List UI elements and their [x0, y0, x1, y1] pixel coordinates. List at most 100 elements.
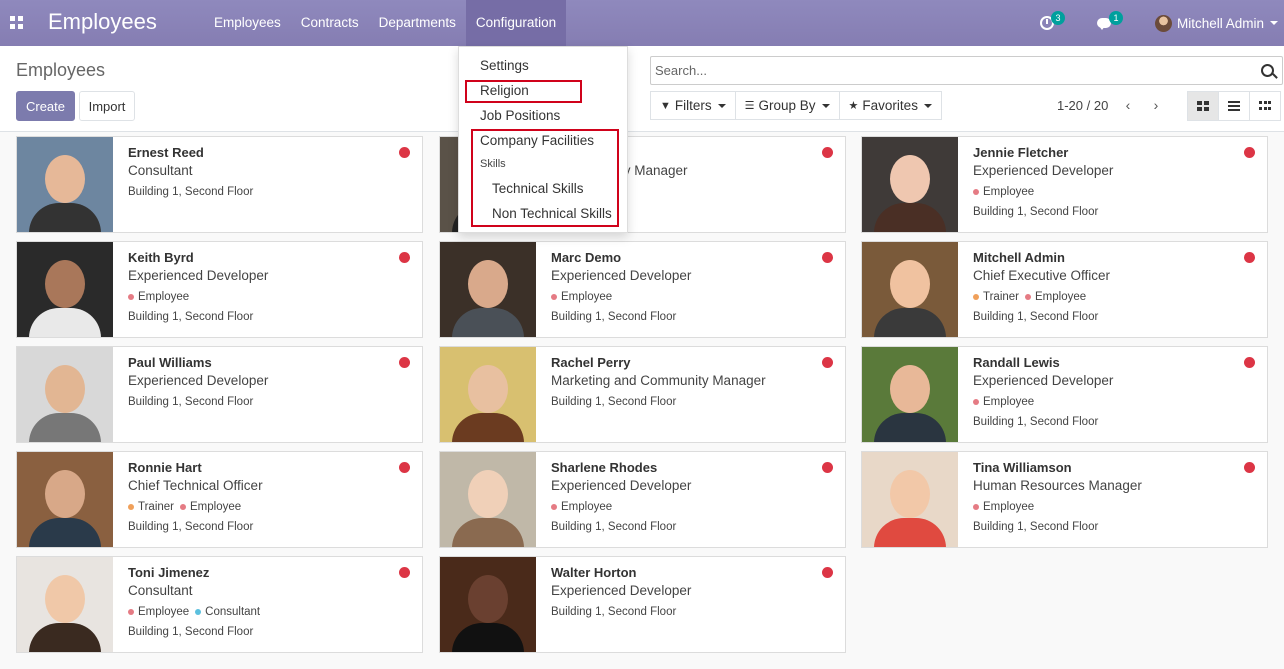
- user-name: Mitchell Admin: [1176, 15, 1264, 31]
- search-input[interactable]: [655, 57, 1245, 83]
- employee-card[interactable]: Sharlene Rhodes Experienced Developer Empl…: [439, 451, 846, 548]
- import-button[interactable]: Import: [79, 91, 135, 121]
- search-options: ▼ Filters ☰ Group By ★ Favorites: [650, 91, 942, 120]
- employee-name[interactable]: Rachel Perry: [551, 355, 815, 372]
- tag-color-dot: [973, 398, 979, 405]
- menu-contracts[interactable]: Contracts: [291, 0, 369, 46]
- employee-photo: [862, 347, 958, 442]
- employee-name[interactable]: Sharlene Rhodes: [551, 460, 815, 477]
- menu-employees[interactable]: Employees: [204, 0, 291, 46]
- tag-badge: Employee: [128, 291, 189, 303]
- activity-view-button[interactable]: [1249, 91, 1281, 121]
- menu-item-job-positions[interactable]: Job Positions: [480, 108, 560, 123]
- presence-status-icon: [822, 252, 833, 263]
- employee-card[interactable]: Ronnie Hart Chief Technical Officer Traine…: [16, 451, 423, 548]
- pager-previous-icon[interactable]: ‹: [1120, 97, 1136, 113]
- filters-button[interactable]: ▼ Filters: [650, 91, 736, 120]
- employee-card[interactable]: Jennie Fletcher Experienced Developer Empl…: [861, 136, 1268, 233]
- employee-job-title: Experienced Developer: [551, 268, 692, 283]
- employee-photo: [862, 242, 958, 337]
- activity-button[interactable]: 3: [1039, 11, 1065, 32]
- activity-count-badge: 3: [1050, 11, 1065, 25]
- employee-card[interactable]: Tina Williamson Human Resources Manager Em…: [861, 451, 1268, 548]
- tag-color-dot: [551, 503, 557, 510]
- employee-tags: Employee: [551, 498, 815, 518]
- tag-badge: Employee: [128, 606, 189, 618]
- employee-card[interactable]: Marc Demo Experienced Developer Employee Bu…: [439, 241, 846, 338]
- create-button[interactable]: Create: [16, 91, 75, 121]
- systray: 3 1 Mitchell Admin: [1039, 0, 1284, 46]
- list-icon: [1228, 101, 1240, 111]
- employee-photo: [440, 242, 536, 337]
- main-menu: Employees Contracts Departments Configur…: [204, 0, 567, 46]
- tag-color-dot: [128, 608, 134, 615]
- employee-job-title: Marketing and Community Manager: [551, 373, 766, 388]
- employee-name[interactable]: Tina Williamson: [973, 460, 1237, 477]
- presence-status-icon: [399, 567, 410, 578]
- list-view-button[interactable]: [1218, 91, 1250, 121]
- employee-card[interactable]: Keith Byrd Experienced Developer Employee B…: [16, 241, 423, 338]
- employee-name[interactable]: Marc Demo: [551, 250, 815, 267]
- employee-photo: [862, 452, 958, 547]
- messaging-button[interactable]: 1: [1096, 11, 1123, 32]
- employee-name[interactable]: Randall Lewis: [973, 355, 1237, 372]
- tag-color-dot: [973, 188, 979, 195]
- employee-name[interactable]: Walter Horton: [551, 565, 815, 582]
- employee-name[interactable]: Keith Byrd: [128, 250, 392, 267]
- employee-card[interactable]: Rachel Perry Marketing and Community Mana…: [439, 346, 846, 443]
- tag-color-dot: [551, 293, 557, 300]
- employee-card[interactable]: Walter Horton Experienced Developer Buildi…: [439, 556, 846, 653]
- menu-configuration[interactable]: Configuration: [465, 0, 567, 46]
- favorites-button[interactable]: ★ Favorites: [838, 91, 942, 120]
- employee-name[interactable]: Jennie Fletcher: [973, 145, 1237, 162]
- employee-location: Building 1, Second Floor: [973, 521, 1099, 533]
- menu-departments[interactable]: Departments: [369, 0, 466, 46]
- employee-tags: Employee: [973, 498, 1237, 518]
- group-by-label: Group By: [758, 98, 816, 113]
- employee-job-title: Experienced Developer: [128, 373, 269, 388]
- employee-location: Building 1, Second Floor: [973, 416, 1099, 428]
- group-by-button[interactable]: ☰ Group By: [734, 91, 840, 120]
- tag-badge: Employee: [973, 396, 1034, 408]
- presence-status-icon: [1244, 147, 1255, 158]
- presence-status-icon: [822, 357, 833, 368]
- caret-down-icon: [717, 103, 726, 108]
- employee-name[interactable]: Mitchell Admin: [973, 250, 1237, 267]
- employee-photo: [440, 557, 536, 652]
- employee-job-title: Chief Executive Officer: [973, 268, 1111, 283]
- presence-status-icon: [822, 567, 833, 578]
- tag-badge: Employee: [973, 501, 1034, 513]
- employee-tags: Employee: [128, 288, 392, 308]
- menu-item-settings[interactable]: Settings: [480, 58, 529, 73]
- kanban-view-button[interactable]: [1187, 91, 1219, 121]
- employee-name[interactable]: Toni Jimenez: [128, 565, 392, 582]
- pager-value[interactable]: 1-20 / 20: [1057, 98, 1108, 113]
- employee-card[interactable]: Randall Lewis Experienced Developer Employ…: [861, 346, 1268, 443]
- presence-status-icon: [399, 462, 410, 473]
- kanban-icon: [1197, 101, 1209, 111]
- pager-next-icon[interactable]: ›: [1148, 97, 1164, 113]
- avatar: [1154, 14, 1172, 32]
- tag-color-dot: [1025, 293, 1031, 300]
- presence-status-icon: [399, 357, 410, 368]
- employee-location: Building 1, Second Floor: [128, 186, 254, 198]
- employee-photo: [862, 137, 958, 232]
- employee-card[interactable]: Toni Jimenez Consultant Employee Consultant…: [16, 556, 423, 653]
- apps-menu-icon[interactable]: [10, 16, 23, 29]
- employee-name[interactable]: Paul Williams: [128, 355, 392, 372]
- employee-photo: [17, 242, 113, 337]
- user-menu[interactable]: Mitchell Admin: [1154, 14, 1278, 32]
- tag-badge: Trainer: [128, 501, 174, 513]
- employee-name[interactable]: Ernest Reed: [128, 145, 392, 162]
- employee-location: Building 1, Second Floor: [128, 311, 254, 323]
- employee-card[interactable]: Mitchell Admin Chief Executive Officer Tra…: [861, 241, 1268, 338]
- employee-name[interactable]: Ronnie Hart: [128, 460, 392, 477]
- employee-card[interactable]: Paul Williams Experienced Developer Buildi…: [16, 346, 423, 443]
- employee-job-title: Chief Technical Officer: [128, 478, 263, 493]
- employee-tags: Employee: [973, 183, 1237, 203]
- employee-photo: [17, 347, 113, 442]
- search-icon[interactable]: [1261, 64, 1274, 77]
- tag-color-dot: [973, 503, 979, 510]
- employee-card[interactable]: Ernest Reed Consultant Building 1, Second …: [16, 136, 423, 233]
- tag-color-dot: [128, 503, 134, 510]
